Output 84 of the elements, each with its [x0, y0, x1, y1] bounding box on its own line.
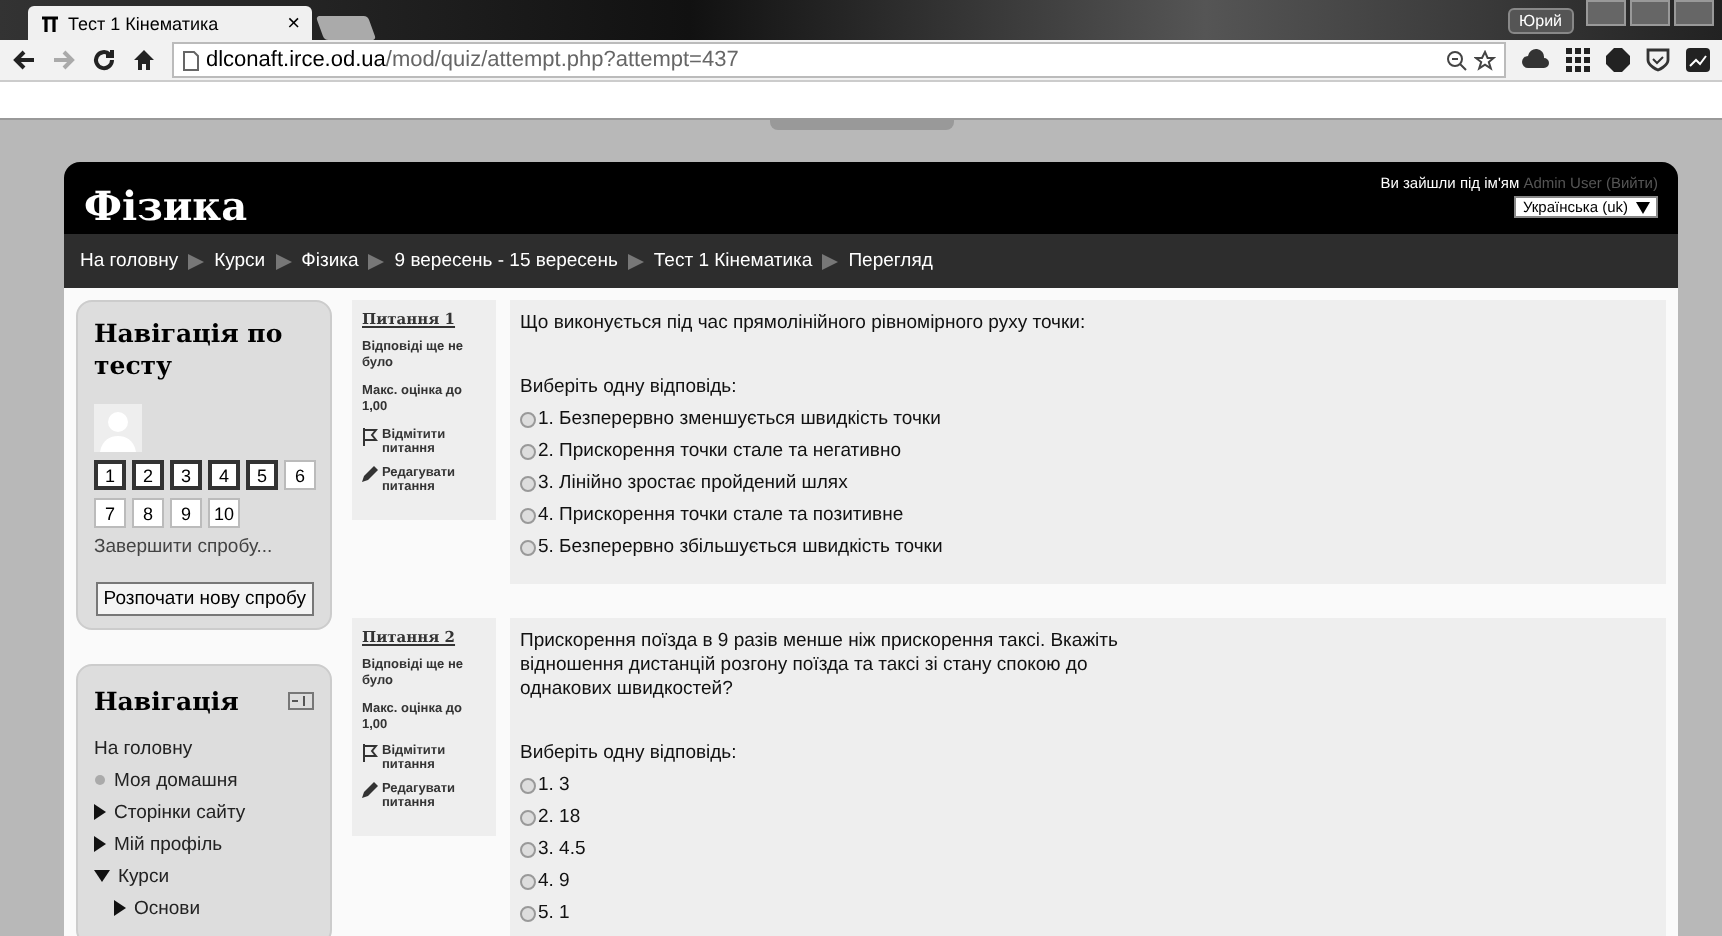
radio-button[interactable]: [520, 507, 536, 524]
question-number-button[interactable]: 1: [94, 460, 126, 491]
tab-title: Тест 1 Кінематика: [68, 13, 221, 33]
start-new-attempt-button[interactable]: Розпочати нову спробу: [95, 582, 314, 617]
breadcrumb-link[interactable]: Тест 1 Кінематика: [653, 250, 813, 272]
nav-item[interactable]: Мій профіль: [114, 833, 223, 855]
nav-item[interactable]: Моя домашня: [114, 769, 238, 791]
radio-button[interactable]: [520, 539, 536, 556]
question-number-button[interactable]: 9: [170, 498, 202, 529]
chart-icon[interactable]: [1686, 48, 1710, 72]
question-number-button[interactable]: 2: [132, 460, 164, 491]
flag-icon: [362, 744, 378, 763]
nav-item[interactable]: Курси: [118, 865, 170, 887]
shield-icon[interactable]: [1646, 48, 1670, 72]
breadcrumb-link[interactable]: Фізика: [301, 250, 359, 272]
profile-button[interactable]: Юрий: [1507, 7, 1574, 33]
question-text: Прискорення поїзда в 9 разів менше ніж прискорення таксі. Вкажіть відношення дистанцій розгону поїзда та таксі зі стану спокою до однакових швидкостей?: [520, 629, 1120, 701]
answer-option[interactable]: 5. 1: [538, 902, 570, 924]
question-number-button[interactable]: 8: [132, 498, 164, 529]
breadcrumb-link[interactable]: Курси: [214, 250, 266, 272]
expanded-icon[interactable]: [94, 870, 110, 882]
dropdown-arrow-icon: [1636, 201, 1650, 213]
collapsed-icon[interactable]: [114, 900, 126, 916]
zoom-icon[interactable]: [1446, 49, 1468, 71]
answer-option[interactable]: 2. 18: [538, 806, 581, 828]
question-number-button[interactable]: 7: [94, 498, 126, 529]
answer-option[interactable]: 3. 4.5: [538, 838, 586, 860]
back-icon[interactable]: [12, 48, 36, 72]
radio-button[interactable]: [520, 777, 536, 793]
cloud-icon[interactable]: [1522, 48, 1550, 72]
block-title: Навігація по тесту: [94, 318, 285, 381]
address-bar[interactable]: dlconaft.irce.od.ua/mod/quiz/attempt.php?attempt=437: [172, 42, 1506, 78]
star-icon[interactable]: [1474, 49, 1496, 71]
separator-icon: [822, 253, 839, 269]
finish-attempt-link[interactable]: Завершити спробу...: [94, 536, 314, 559]
radio-button[interactable]: [520, 873, 536, 889]
answer-option[interactable]: 1. Безперервно зменшується швидкість точки: [538, 408, 941, 431]
breadcrumb-link[interactable]: На головну: [80, 250, 179, 272]
site-title: Фізика: [84, 182, 248, 234]
answer-option[interactable]: 2. Прискорення точки стале та негативно: [538, 440, 901, 463]
collapsed-icon[interactable]: [94, 804, 106, 820]
breadcrumb-link[interactable]: 9 вересень - 15 вересень: [394, 250, 618, 272]
collapse-icon[interactable]: [288, 692, 314, 710]
radio-button[interactable]: [520, 411, 536, 428]
question-number-button[interactable]: 5: [246, 460, 278, 491]
flag-icon: [362, 427, 378, 445]
breadcrumb-link[interactable]: Перегляд: [848, 250, 933, 272]
separator-icon: [368, 253, 385, 269]
nav-item[interactable]: Сторінки сайту: [114, 801, 246, 823]
question-number-button[interactable]: 10: [208, 498, 240, 529]
separator-icon: [188, 253, 205, 269]
octagon-icon[interactable]: [1606, 48, 1630, 72]
collapsed-icon[interactable]: [94, 836, 106, 852]
answer-option[interactable]: 4. 9: [538, 870, 570, 892]
edit-icon: [362, 465, 378, 481]
question-number-button[interactable]: 4: [208, 460, 240, 491]
separator-icon: [275, 253, 292, 269]
radio-button[interactable]: [520, 841, 536, 857]
radio-button[interactable]: [520, 905, 536, 921]
edit-icon: [362, 782, 378, 799]
question-number-button[interactable]: 6: [284, 460, 316, 491]
bullet-icon: [94, 774, 106, 786]
radio-button[interactable]: [520, 809, 536, 825]
nav-item[interactable]: Основи: [134, 897, 201, 919]
question-text: Що виконується під час прямолінійного рівномірного руху точки:: [520, 312, 1088, 336]
radio-button[interactable]: [520, 443, 536, 460]
question-number-button[interactable]: 3: [170, 460, 202, 491]
page-icon: [40, 13, 60, 33]
separator-icon: [627, 253, 644, 269]
radio-button[interactable]: [520, 475, 536, 492]
page-icon: [182, 49, 200, 71]
home-icon[interactable]: [132, 48, 156, 72]
answer-option[interactable]: 3. Лінійно зростає пройдений шлях: [538, 472, 848, 495]
reload-icon[interactable]: [92, 48, 116, 72]
answer-option[interactable]: 5. Безперервно збільшується швидкість точки: [538, 536, 943, 559]
answer-prompt: Виберіть одну відповідь:: [520, 741, 739, 763]
answer-option[interactable]: 4. Прискорення точки стале та позитивне: [538, 504, 904, 527]
answer-option[interactable]: 1. 3: [538, 774, 570, 796]
answer-prompt: Виберіть одну відповідь:: [520, 375, 739, 398]
new-tab-button[interactable]: [315, 16, 377, 40]
block-title: Навігація: [94, 686, 239, 716]
browser-tab[interactable]: Тест 1 Кінематика ×: [28, 6, 312, 40]
nav-item[interactable]: На головну: [94, 737, 193, 759]
grid-icon[interactable]: [1566, 48, 1590, 72]
